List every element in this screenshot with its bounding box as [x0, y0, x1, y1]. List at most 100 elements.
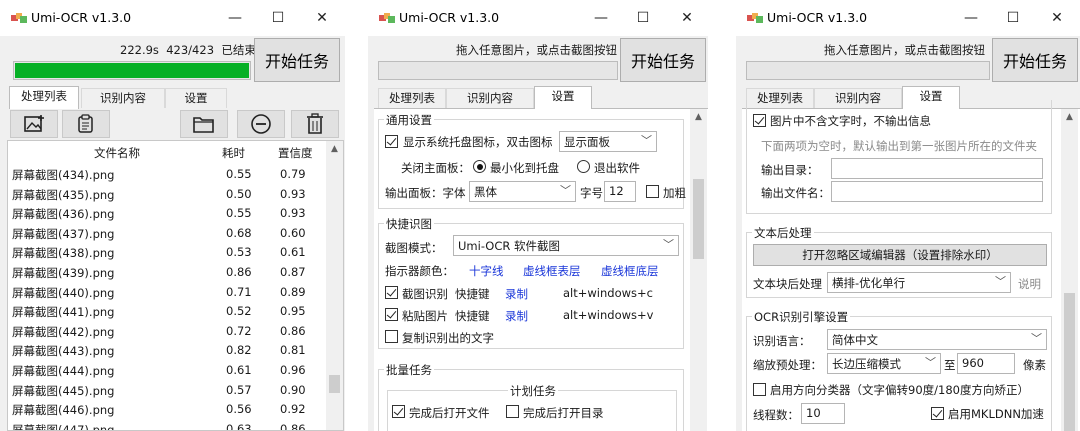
confidence-cell: 0.81 — [280, 343, 306, 358]
confidence-cell: 0.89 — [280, 284, 306, 299]
scale-size-input[interactable]: 960 — [957, 353, 1015, 374]
minimize-to-tray-radio[interactable] — [473, 160, 486, 173]
group-title: 批量任务 — [384, 362, 434, 378]
file-name-cell: 屏幕截图(446).png — [12, 403, 115, 418]
output-dir-input[interactable] — [831, 158, 1043, 179]
vertical-scrollbar[interactable]: ▲ — [326, 141, 343, 430]
tab-processing-list[interactable]: 处理列表 — [378, 88, 446, 108]
file-name-cell: 屏幕截图(447).png — [12, 422, 115, 431]
close-button[interactable]: ✕ — [676, 8, 698, 28]
remove-item-button[interactable] — [237, 110, 285, 138]
crosshair-link[interactable]: 十字线 — [469, 263, 504, 279]
block-postprocess-label: 文本块后处理 — [753, 277, 822, 291]
font-size-input[interactable]: 12 — [604, 181, 636, 202]
table-row[interactable]: 屏幕截图(438).png 0.53 0.61 — [8, 243, 328, 262]
start-task-button[interactable]: 开始任务 — [254, 38, 340, 82]
paste-record-link[interactable]: 录制 — [505, 308, 528, 324]
open-dir-checkbox[interactable] — [506, 405, 519, 418]
open-folder-button[interactable] — [180, 110, 228, 138]
tab-settings[interactable]: 设置 — [902, 86, 960, 109]
table-row[interactable]: 屏幕截图(443).png 0.82 0.81 — [8, 341, 328, 360]
mkldnn-checkbox[interactable] — [931, 407, 944, 420]
dashed-bottom-link[interactable]: 虚线框底层 — [601, 263, 659, 279]
table-row[interactable]: 屏幕截图(440).png 0.71 0.89 — [8, 283, 328, 302]
table-row[interactable]: 屏幕截图(445).png 0.57 0.90 — [8, 381, 328, 400]
add-image-button[interactable] — [10, 110, 58, 138]
app-logo-icon — [11, 13, 27, 23]
vertical-scrollbar[interactable]: ▲ — [690, 109, 707, 431]
clear-list-button[interactable] — [291, 110, 339, 138]
tab-settings[interactable]: 设置 — [165, 88, 227, 108]
start-task-button[interactable]: 开始任务 — [992, 38, 1078, 82]
table-row[interactable]: 屏幕截图(442).png 0.72 0.86 — [8, 322, 328, 341]
tab-bar: 处理列表 识别内容 设置 — [7, 86, 344, 109]
language-label: 识别语言： — [753, 334, 811, 348]
start-task-button[interactable]: 开始任务 — [620, 38, 706, 82]
threads-input[interactable]: 10 — [801, 403, 845, 424]
close-button[interactable]: ✕ — [311, 8, 333, 28]
tray-icon-checkbox[interactable] — [385, 135, 398, 148]
tab-settings[interactable]: 设置 — [534, 86, 592, 109]
language-select[interactable]: 简体中文 ﹀ — [827, 329, 1047, 350]
trash-icon — [307, 113, 323, 134]
scroll-up-icon[interactable]: ▲ — [1061, 109, 1078, 126]
block-postprocess-select[interactable]: 横排-优化单行 ﹀ — [827, 272, 1011, 293]
column-header-name[interactable]: 文件名称 — [94, 145, 140, 161]
direction-classifier-label: 启用方向分类器（文字偏转90度/180度方向矫正） — [770, 383, 1029, 397]
scroll-up-icon[interactable]: ▲ — [690, 109, 707, 126]
table-row[interactable]: 屏幕截图(441).png 0.52 0.95 — [8, 302, 328, 321]
table-row[interactable]: 屏幕截图(439).png 0.86 0.87 — [8, 263, 328, 282]
minimize-button[interactable]: — — [960, 8, 982, 28]
scroll-up-icon[interactable]: ▲ — [326, 141, 343, 158]
table-row[interactable]: 屏幕截图(437).png 0.68 0.60 — [8, 224, 328, 243]
capture-mode-select[interactable]: Umi-OCR 软件截图 ﹀ — [453, 235, 679, 256]
scroll-thumb[interactable] — [693, 179, 704, 259]
table-row[interactable]: 屏幕截图(447).png 0.63 0.86 — [8, 420, 328, 431]
explain-link[interactable]: 说明 — [1018, 276, 1041, 292]
tab-bar: 处理列表 识别内容 设置 — [374, 86, 704, 109]
scale-mode-select[interactable]: 长边压缩模式 ﹀ — [827, 353, 941, 374]
maximize-button[interactable]: ☐ — [632, 8, 654, 28]
exit-app-radio[interactable] — [577, 160, 590, 173]
tab-recognition-content[interactable]: 识别内容 — [81, 88, 165, 108]
column-header-time[interactable]: 耗时 — [222, 145, 245, 161]
direction-classifier-checkbox[interactable] — [753, 383, 766, 396]
dashed-top-link[interactable]: 虚线框表层 — [523, 263, 581, 279]
maximize-button[interactable]: ☐ — [1002, 8, 1024, 28]
ignore-area-editor-button[interactable]: 打开忽略区域编辑器（设置排除水印） — [753, 244, 1047, 266]
copy-text-checkbox[interactable] — [385, 330, 398, 343]
paste-image-checkbox[interactable] — [385, 308, 398, 321]
table-row[interactable]: 屏幕截图(446).png 0.56 0.92 — [8, 400, 328, 419]
open-file-checkbox[interactable] — [392, 405, 405, 418]
table-row[interactable]: 屏幕截图(434).png 0.55 0.79 — [8, 165, 328, 184]
paste-button[interactable] — [62, 110, 110, 138]
close-button[interactable]: ✕ — [1046, 8, 1068, 28]
vertical-scrollbar[interactable]: ▲ — [1061, 109, 1078, 431]
screenshot-record-link[interactable]: 录制 — [505, 286, 528, 302]
tray-action-select[interactable]: 显示面板 ﹀ — [559, 131, 657, 152]
window-settings-ocr: Umi-OCR v1.3.0 — ☐ ✕ 拖入任意图片，或点击截图按钮 开始任务… — [736, 0, 1080, 431]
scroll-thumb[interactable] — [329, 375, 340, 393]
group-title: OCR识别引擎设置 — [752, 309, 851, 325]
confidence-cell: 0.93 — [280, 206, 306, 221]
table-row[interactable]: 屏幕截图(436).png 0.55 0.93 — [8, 204, 328, 223]
screenshot-ocr-checkbox[interactable] — [385, 286, 398, 299]
table-row[interactable]: 屏幕截图(444).png 0.61 0.96 — [8, 361, 328, 380]
table-row[interactable]: 屏幕截图(435).png 0.50 0.93 — [8, 185, 328, 204]
bold-checkbox[interactable] — [646, 185, 659, 198]
tab-processing-list[interactable]: 处理列表 — [9, 86, 79, 109]
maximize-button[interactable]: ☐ — [267, 8, 289, 28]
font-select[interactable]: 黑体 ﹀ — [469, 181, 576, 202]
scroll-thumb[interactable] — [1064, 293, 1075, 431]
minimize-button[interactable]: — — [590, 8, 612, 28]
minimize-button[interactable]: — — [224, 8, 246, 28]
skip-empty-checkbox[interactable] — [753, 114, 766, 127]
output-filename-label: 输出文件名： — [761, 186, 830, 200]
output-filename-input[interactable] — [831, 181, 1043, 202]
confidence-cell: 0.86 — [280, 323, 306, 338]
column-header-confidence[interactable]: 置信度 — [278, 145, 313, 161]
time-cell: 0.82 — [226, 343, 252, 358]
file-table[interactable]: 文件名称 耗时 置信度 屏幕截图(434).png 0.55 0.79 屏幕截图(43… — [7, 140, 344, 431]
tab-recognition-content[interactable]: 识别内容 — [446, 88, 534, 108]
time-cell: 0.86 — [226, 265, 252, 279]
